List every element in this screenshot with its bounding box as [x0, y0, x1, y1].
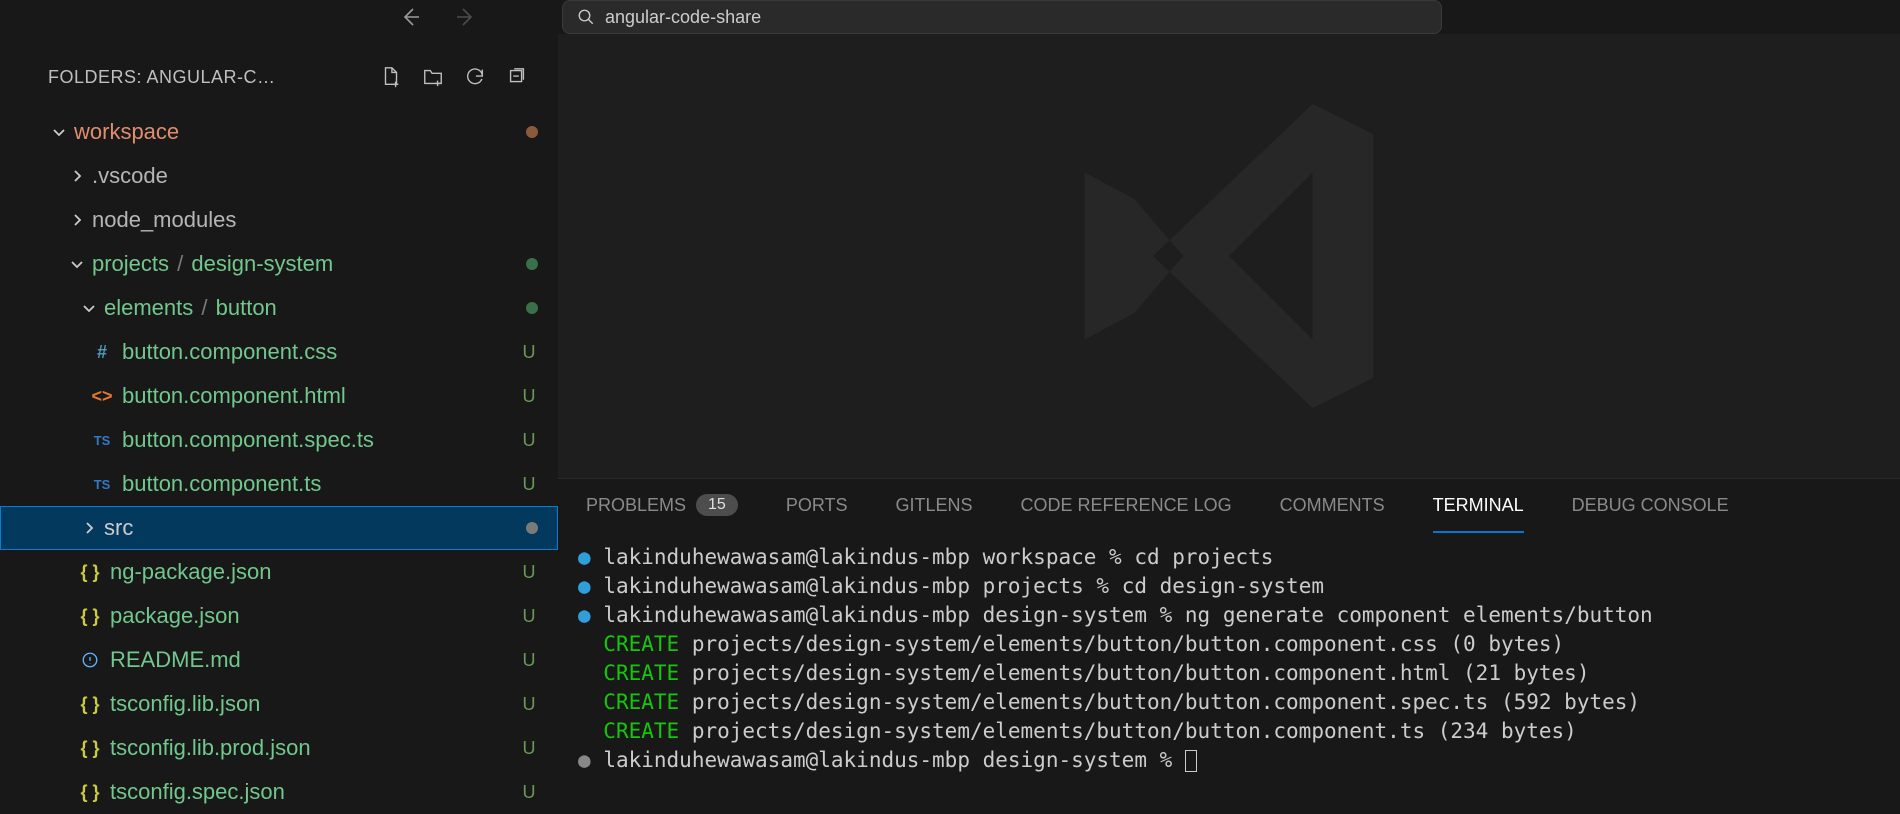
folder-projects-design-system[interactable]: projects / design-system [0, 242, 558, 286]
git-status: U [514, 474, 544, 495]
folder-.vscode[interactable]: .vscode [0, 154, 558, 198]
terminal-line: CREATE projects/design-system/elements/b… [578, 659, 1880, 688]
git-status-dot [526, 302, 538, 314]
file-button.component.spec.ts[interactable]: TSbutton.component.spec.tsU [0, 418, 558, 462]
terminal-line: CREATE projects/design-system/elements/b… [578, 630, 1880, 659]
search-icon [577, 8, 595, 26]
folder-elements-button[interactable]: elements / button [0, 286, 558, 330]
git-status: U [514, 562, 544, 583]
panel-tab-debug-console[interactable]: DEBUG CONSOLE [1572, 479, 1729, 533]
panel-tab-problems[interactable]: PROBLEMS15 [586, 479, 738, 533]
git-status: U [514, 782, 544, 803]
file-README.md[interactable]: README.mdU [0, 638, 558, 682]
file-tsconfig.lib.prod.json[interactable]: { }tsconfig.lib.prod.jsonU [0, 726, 558, 770]
file-tsconfig.lib.json[interactable]: { }tsconfig.lib.jsonU [0, 682, 558, 726]
git-status-dot [526, 258, 538, 270]
terminal-line: ● lakinduhewawasam@lakindus-mbp projects… [578, 572, 1880, 601]
problems-badge: 15 [696, 494, 738, 516]
new-folder-button[interactable] [420, 64, 446, 90]
nav-forward-button[interactable] [452, 4, 478, 30]
terminal-line: ● lakinduhewawasam@lakindus-mbp design-s… [578, 746, 1880, 775]
folder-src[interactable]: src [0, 506, 558, 550]
editor-background [558, 34, 1900, 478]
terminal-line: CREATE projects/design-system/elements/b… [578, 688, 1880, 717]
explorer-title: FOLDERS: ANGULAR-C… [48, 67, 378, 88]
file-tsconfig.spec.json[interactable]: { }tsconfig.spec.jsonU [0, 770, 558, 814]
git-status-dot [526, 522, 538, 534]
git-status: U [514, 650, 544, 671]
editor-area: PROBLEMS15 PORTS GITLENS CODE REFERENCE LOG… [558, 34, 1900, 814]
file-button.component.css[interactable]: #button.component.cssU [0, 330, 558, 374]
vscode-watermark-icon [1039, 66, 1419, 446]
new-file-button[interactable] [378, 64, 404, 90]
file-tree: workspace.vscodenode_modulesprojects / d… [0, 102, 558, 814]
titlebar: angular-code-share [0, 0, 1900, 34]
terminal-line: CREATE projects/design-system/elements/b… [578, 717, 1880, 746]
explorer-header: FOLDERS: ANGULAR-C… [0, 52, 558, 102]
terminal-line: ● lakinduhewawasam@lakindus-mbp design-s… [578, 601, 1880, 630]
git-status: U [514, 342, 544, 363]
command-center-search[interactable]: angular-code-share [562, 0, 1442, 34]
nav-back-button[interactable] [398, 4, 424, 30]
panel-tab-gitlens[interactable]: GITLENS [896, 479, 973, 533]
panel-tab-terminal[interactable]: TERMINAL [1433, 479, 1524, 533]
search-text: angular-code-share [605, 7, 761, 28]
folder-workspace[interactable]: workspace [0, 110, 558, 154]
git-status: U [514, 606, 544, 627]
bottom-panel: PROBLEMS15 PORTS GITLENS CODE REFERENCE LOG… [558, 478, 1900, 814]
collapse-all-button[interactable] [504, 64, 530, 90]
git-status: U [514, 430, 544, 451]
git-status: U [514, 386, 544, 407]
panel-tab-code-reference-log[interactable]: CODE REFERENCE LOG [1021, 479, 1232, 533]
terminal-content[interactable]: ● lakinduhewawasam@lakindus-mbp workspac… [558, 533, 1900, 814]
file-package.json[interactable]: { }package.jsonU [0, 594, 558, 638]
git-status: U [514, 738, 544, 759]
terminal-line: ● lakinduhewawasam@lakindus-mbp workspac… [578, 543, 1880, 572]
file-button.component.ts[interactable]: TSbutton.component.tsU [0, 462, 558, 506]
git-status-dot [526, 126, 538, 138]
panel-tabs: PROBLEMS15 PORTS GITLENS CODE REFERENCE LOG… [558, 479, 1900, 533]
explorer-sidebar: FOLDERS: ANGULAR-C… workspace.vscodenode… [0, 34, 558, 814]
refresh-button[interactable] [462, 64, 488, 90]
file-button.component.html[interactable]: <>button.component.htmlU [0, 374, 558, 418]
panel-tab-ports[interactable]: PORTS [786, 479, 848, 533]
git-status: U [514, 694, 544, 715]
panel-tab-comments[interactable]: COMMENTS [1280, 479, 1385, 533]
file-ng-package.json[interactable]: { }ng-package.jsonU [0, 550, 558, 594]
folder-node_modules[interactable]: node_modules [0, 198, 558, 242]
